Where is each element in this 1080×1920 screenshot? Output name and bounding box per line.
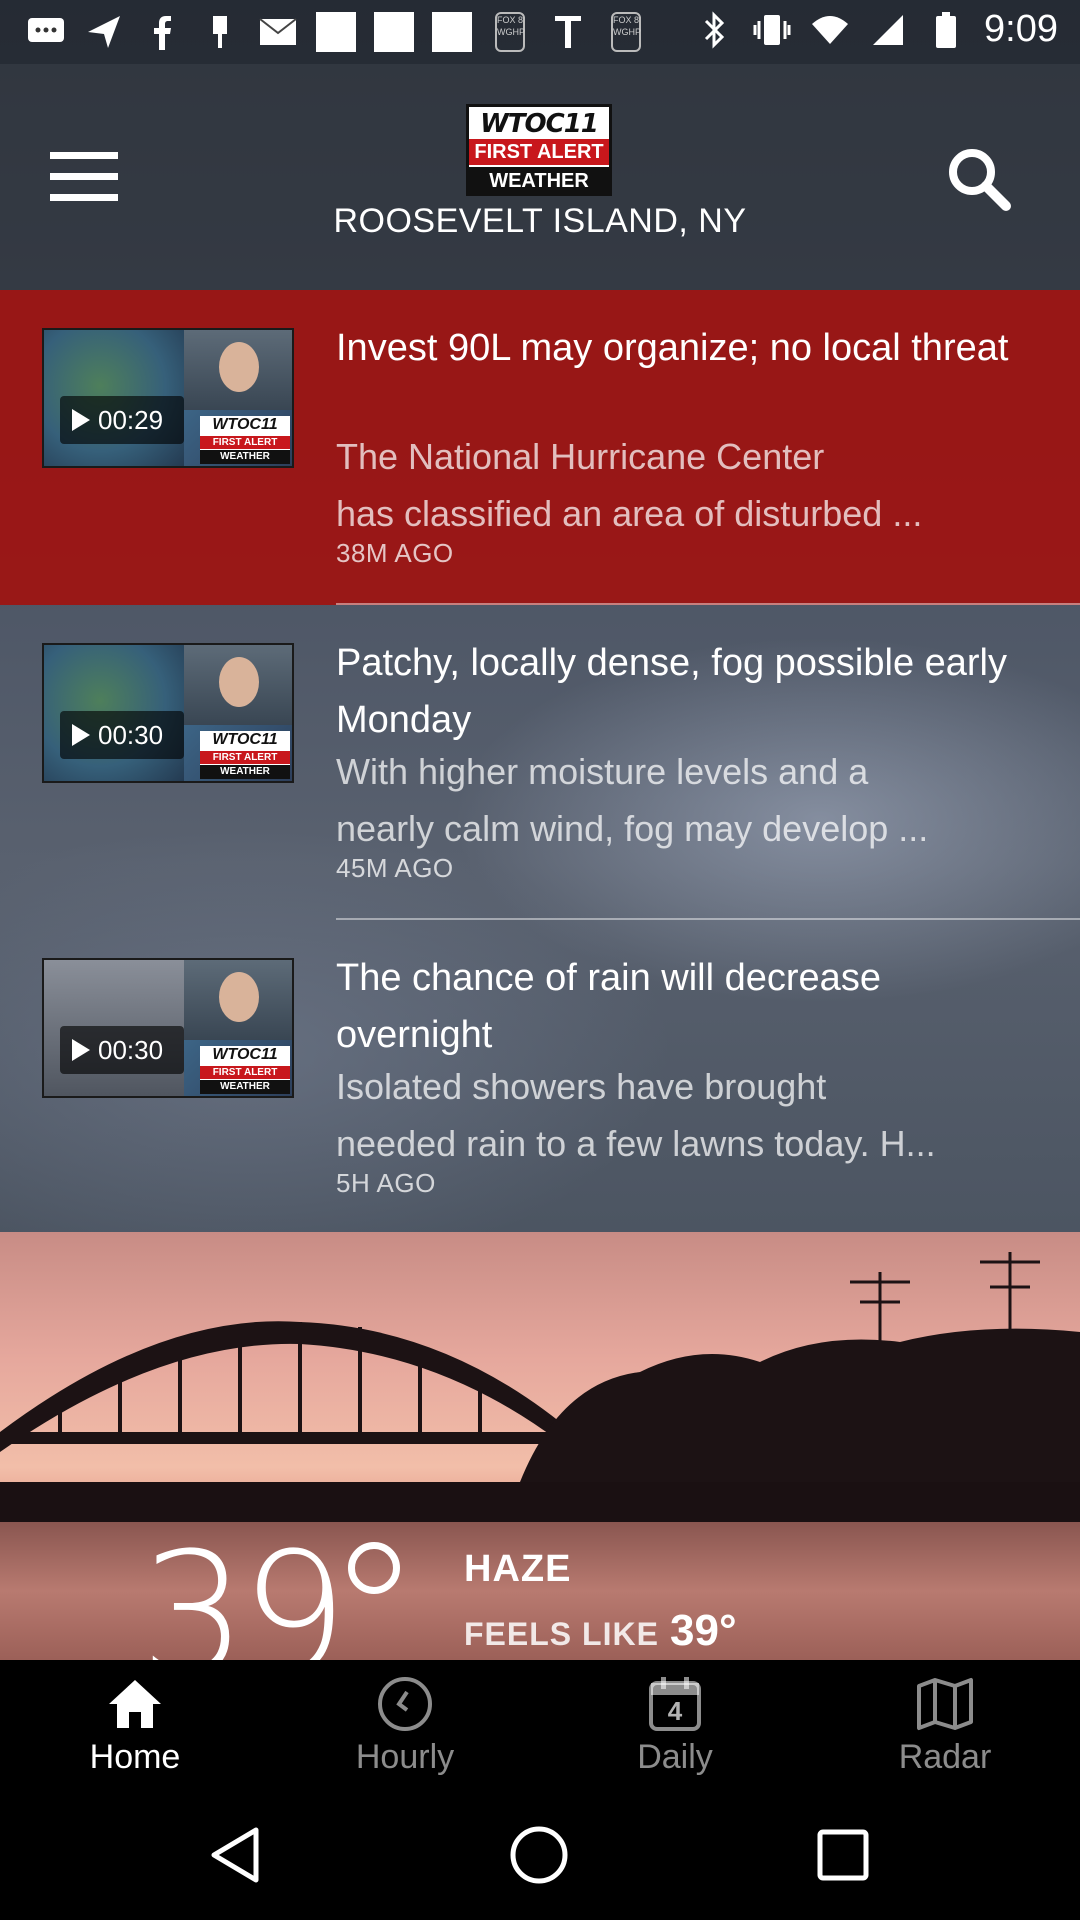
- home-icon: [105, 1674, 165, 1734]
- location-label[interactable]: ROOSEVELT ISLAND, NY: [0, 202, 1080, 241]
- news-title: Patchy, locally dense, fog possible earl…: [336, 642, 1007, 741]
- video-duration: 00:29: [60, 396, 184, 444]
- square-icon: [432, 12, 472, 52]
- tab-home[interactable]: Home: [0, 1660, 270, 1790]
- bluetooth-icon: [694, 10, 734, 50]
- tab-radar-label: Radar: [898, 1738, 992, 1776]
- recents-icon: [817, 1829, 869, 1881]
- system-navigation-bar: [0, 1790, 1080, 1920]
- news-summary: Isolated showers have brought needed rai…: [336, 1066, 936, 1164]
- feels-like-value: 39°: [670, 1606, 737, 1655]
- back-icon: [211, 1827, 259, 1883]
- video-thumbnail[interactable]: WTOC11 FIRST ALERT WEATHER 00:30: [42, 643, 294, 783]
- text-icon: [548, 12, 588, 52]
- list-item[interactable]: WTOC11 FIRST ALERT WEATHER 00:30 Patchy, l…: [0, 605, 1080, 920]
- thumbnail-logo: WTOC11 FIRST ALERT WEATHER: [200, 1046, 290, 1094]
- news-summary: The National Hurricane Center has classi…: [336, 436, 923, 534]
- tab-daily[interactable]: 4 Daily: [540, 1660, 810, 1790]
- square-icon: [316, 12, 356, 52]
- map-icon: [915, 1674, 975, 1734]
- mail-icon: [258, 12, 298, 52]
- search-icon: [949, 149, 1011, 211]
- list-item[interactable]: WTOC11 FIRST ALERT WEATHER 00:30 The chanc…: [0, 920, 1080, 1235]
- hamburger-icon: [50, 152, 118, 159]
- news-time: 38M AGO: [336, 538, 454, 568]
- video-thumbnail[interactable]: WTOC11 FIRST ALERT WEATHER 00:30: [42, 958, 294, 1098]
- video-duration: 00:30: [60, 711, 184, 759]
- news-time: 5H AGO: [336, 1168, 436, 1198]
- news-title: Invest 90L may organize; no local threat: [336, 327, 1009, 369]
- fox8-icon: FOX 8 WGHP: [490, 12, 530, 52]
- thumbnail-logo: WTOC11 FIRST ALERT WEATHER: [200, 731, 290, 779]
- send-icon: [84, 12, 124, 52]
- search-button[interactable]: [944, 144, 1014, 214]
- status-bar: FOX 8 WGHP FOX 8 WGHP 9:09: [0, 0, 1080, 64]
- news-list: WTOC11 FIRST ALERT WEATHER 00:29 Invest 90…: [0, 290, 1080, 1235]
- recents-button[interactable]: [812, 1824, 874, 1886]
- app-header: WTOC11 FIRST ALERT WEATHER ROOSEVELT ISL…: [0, 64, 1080, 290]
- home-circle-icon: [510, 1826, 568, 1884]
- current-conditions[interactable]: 39 HAZE FEELS LIKE 39°: [0, 1232, 1080, 1660]
- home-system-button[interactable]: [508, 1824, 570, 1886]
- calendar-day-number: 4: [667, 1696, 683, 1726]
- news-title: The chance of rain will decrease overnig…: [336, 957, 881, 1056]
- tab-home-label: Home: [89, 1738, 181, 1776]
- station-logo: WTOC11 FIRST ALERT WEATHER: [466, 104, 612, 196]
- current-temperature: 39: [140, 1516, 348, 1660]
- play-icon: [72, 724, 90, 746]
- back-button[interactable]: [206, 1824, 268, 1886]
- clock-icon: [375, 1674, 435, 1734]
- pin-icon: [200, 12, 240, 52]
- list-item[interactable]: WTOC11 FIRST ALERT WEATHER 00:29 Invest 90…: [0, 290, 1080, 605]
- square-icon: [374, 12, 414, 52]
- battery-icon: [926, 10, 966, 50]
- play-icon: [72, 1039, 90, 1061]
- video-duration: 00:30: [60, 1026, 184, 1074]
- video-thumbnail[interactable]: WTOC11 FIRST ALERT WEATHER 00:29: [42, 328, 294, 468]
- facebook-icon: [142, 12, 182, 52]
- vibrate-icon: [752, 10, 792, 50]
- calendar-icon: 4: [645, 1674, 705, 1734]
- condition-label: HAZE: [464, 1548, 572, 1590]
- degree-symbol: [348, 1542, 400, 1594]
- fox8-icon: FOX 8 WGHP: [606, 12, 646, 52]
- news-time: 45M AGO: [336, 853, 454, 883]
- tab-hourly[interactable]: Hourly: [270, 1660, 540, 1790]
- bottom-navigation: Home Hourly 4 Daily Radar: [0, 1660, 1080, 1790]
- tab-daily-label: Daily: [637, 1738, 713, 1776]
- sms-icon: [26, 12, 66, 52]
- tab-hourly-label: Hourly: [355, 1738, 455, 1776]
- tab-radar[interactable]: Radar: [810, 1660, 1080, 1790]
- news-summary: With higher moisture levels and a nearly…: [336, 751, 929, 849]
- thumbnail-logo: WTOC11 FIRST ALERT WEATHER: [200, 416, 290, 464]
- feels-like-label: FEELS LIKE: [464, 1616, 659, 1652]
- signal-icon: [868, 10, 908, 50]
- wifi-icon: [810, 10, 850, 50]
- clock: 9:09: [984, 8, 1058, 50]
- play-icon: [72, 409, 90, 431]
